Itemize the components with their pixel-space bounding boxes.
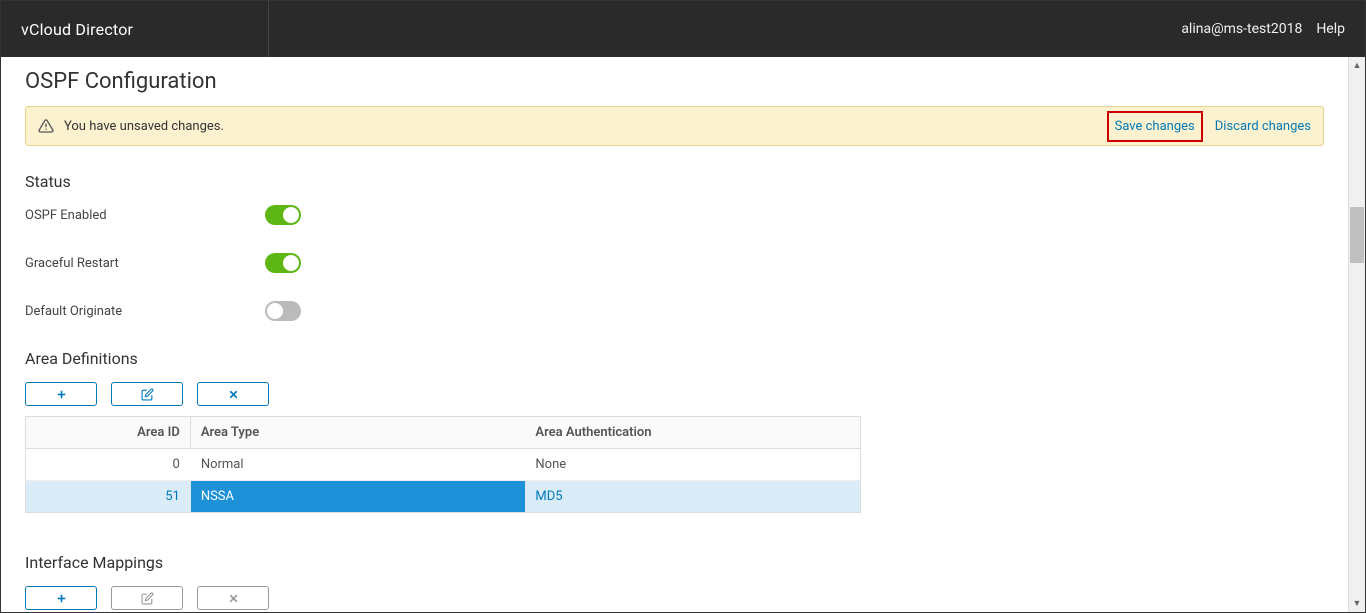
warning-icon xyxy=(38,118,54,134)
add-area-button[interactable] xyxy=(25,382,97,406)
graceful-restart-toggle[interactable] xyxy=(265,253,301,273)
edit-area-button[interactable] xyxy=(111,382,183,406)
page-title: OSPF Configuration xyxy=(25,69,1324,94)
cell-area-type: Normal xyxy=(191,449,526,480)
app-title: vCloud Director xyxy=(21,20,133,39)
scroll-down-arrow-icon[interactable]: ▼ xyxy=(1350,595,1365,612)
col-header-area-type[interactable]: Area Type xyxy=(191,417,526,448)
status-section: Status OSPF Enabled Graceful Restart Def… xyxy=(25,172,1324,321)
main-content: OSPF Configuration You have unsaved chan… xyxy=(1,57,1348,612)
header-divider xyxy=(268,1,269,57)
table-row[interactable]: 51 NSSA MD5 xyxy=(26,481,860,512)
table-row[interactable]: 0 Normal None xyxy=(26,449,860,481)
col-header-area-auth[interactable]: Area Authentication xyxy=(525,417,860,448)
default-originate-label: Default Originate xyxy=(25,304,265,319)
vertical-scrollbar[interactable]: ▲ ▼ xyxy=(1348,57,1365,612)
table-header: Area ID Area Type Area Authentication xyxy=(26,417,860,449)
area-definitions-section: Area Definitions Area ID Area Typ xyxy=(25,349,1324,513)
area-definitions-title: Area Definitions xyxy=(25,349,1324,368)
unsaved-changes-alert: You have unsaved changes. Save changes D… xyxy=(25,106,1324,146)
discard-changes-button[interactable]: Discard changes xyxy=(1215,119,1311,134)
area-definitions-table: Area ID Area Type Area Authentication 0 … xyxy=(25,416,861,513)
alert-message: You have unsaved changes. xyxy=(64,119,224,134)
add-mapping-button[interactable] xyxy=(25,586,97,610)
delete-area-button[interactable] xyxy=(197,382,269,406)
interface-mappings-title: Interface Mappings xyxy=(25,553,1324,572)
interface-mappings-section: Interface Mappings xyxy=(25,553,1324,610)
cell-area-id: 51 xyxy=(26,481,191,512)
save-changes-button[interactable]: Save changes xyxy=(1107,111,1203,142)
status-section-title: Status xyxy=(25,172,1324,191)
default-originate-toggle[interactable] xyxy=(265,301,301,321)
graceful-restart-label: Graceful Restart xyxy=(25,256,265,271)
ospf-enabled-label: OSPF Enabled xyxy=(25,208,265,223)
scroll-up-arrow-icon[interactable]: ▲ xyxy=(1350,57,1365,74)
cell-area-id: 0 xyxy=(26,449,191,480)
cell-area-type: NSSA xyxy=(191,481,526,512)
header-user-block: alina@ms-test2018 Help xyxy=(1181,21,1345,37)
delete-mapping-button xyxy=(197,586,269,610)
cell-area-auth: MD5 xyxy=(525,481,860,512)
scrollbar-thumb[interactable] xyxy=(1350,207,1364,263)
user-name[interactable]: alina@ms-test2018 xyxy=(1181,21,1302,37)
ospf-enabled-toggle[interactable] xyxy=(265,205,301,225)
edit-mapping-button xyxy=(111,586,183,610)
cell-area-auth: None xyxy=(525,449,860,480)
help-link[interactable]: Help xyxy=(1316,21,1345,37)
app-header: vCloud Director alina@ms-test2018 Help xyxy=(1,1,1365,57)
col-header-area-id[interactable]: Area ID xyxy=(26,417,191,448)
